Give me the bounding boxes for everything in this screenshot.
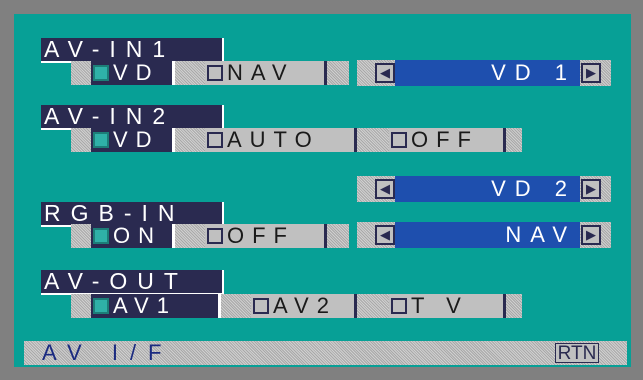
rgb-in-option-on[interactable]: ON — [91, 223, 175, 248]
right-triangle-icon: ▶ — [586, 181, 596, 196]
left-triangle-icon: ◀ — [380, 227, 390, 242]
av-in2-source-selector: ◀ VD 2 ▶ — [357, 176, 611, 202]
checkbox-checked-icon — [93, 298, 109, 314]
right-triangle-icon: ▶ — [586, 227, 596, 242]
av-out-option-av1[interactable]: AV1 — [91, 293, 221, 318]
option-label: NAV — [227, 60, 295, 85]
prev-arrow-button[interactable]: ◀ — [375, 225, 395, 245]
av-in1-source-selector: ◀ VD 1 ▶ — [357, 60, 611, 86]
option-label: VD — [113, 60, 160, 85]
checkbox-checked-icon — [93, 228, 109, 244]
option-label: VD — [113, 127, 160, 152]
return-button[interactable]: RTN — [555, 343, 599, 364]
checkbox-unchecked-icon — [207, 228, 223, 244]
rgb-in-source-selector: ◀ NAV ▶ — [357, 222, 611, 248]
prev-arrow-button[interactable]: ◀ — [375, 63, 395, 83]
checkbox-unchecked-icon — [207, 65, 223, 81]
footer-bar: AV I/F RTN — [24, 341, 627, 365]
prev-arrow-button[interactable]: ◀ — [375, 179, 395, 199]
checkbox-unchecked-icon — [207, 132, 223, 148]
av-in2-options-bar: VD AUTO OFF — [71, 127, 522, 152]
option-label: AV2 — [273, 293, 337, 318]
left-triangle-icon: ◀ — [380, 181, 390, 196]
av-in1-option-nav[interactable]: NAV — [205, 60, 327, 85]
rgb-in-source-value: NAV — [395, 222, 580, 248]
left-triangle-icon: ◀ — [380, 65, 390, 80]
rgb-in-option-off[interactable]: OFF — [205, 223, 327, 248]
rgb-in-options-bar: ON OFF — [71, 223, 349, 248]
av-out-title: AV-OUT — [41, 270, 224, 295]
option-label: OFF — [411, 127, 479, 152]
option-label: T V — [411, 293, 469, 318]
av-out-option-tv[interactable]: T V — [389, 293, 506, 318]
av-in2-option-off[interactable]: OFF — [389, 127, 506, 152]
av-out-options-bar: AV1 AV2 T V — [71, 293, 522, 318]
option-label: AV1 — [113, 293, 177, 318]
footer-title: AV I/F — [42, 340, 174, 365]
av-out-option-av2[interactable]: AV2 — [251, 293, 357, 318]
av-interface-screen: AV-IN1 VD NAV ◀ VD 1 ▶ AV-IN2 VD AUTO OF… — [14, 14, 631, 367]
av-in1-options-bar: VD NAV — [71, 60, 349, 85]
option-label: AUTO — [227, 127, 320, 152]
next-arrow-button[interactable]: ▶ — [581, 63, 601, 83]
av-in2-option-auto[interactable]: AUTO — [205, 127, 357, 152]
checkbox-checked-icon — [93, 132, 109, 148]
av-in2-option-vd[interactable]: VD — [91, 127, 175, 152]
av-in1-source-value: VD 1 — [395, 60, 580, 86]
next-arrow-button[interactable]: ▶ — [581, 179, 601, 199]
av-in2-source-value: VD 2 — [395, 176, 580, 202]
checkbox-unchecked-icon — [253, 298, 269, 314]
checkbox-unchecked-icon — [391, 132, 407, 148]
checkbox-checked-icon — [93, 65, 109, 81]
checkbox-unchecked-icon — [391, 298, 407, 314]
next-arrow-button[interactable]: ▶ — [581, 225, 601, 245]
option-label: OFF — [227, 223, 295, 248]
av-in1-option-vd[interactable]: VD — [91, 60, 175, 85]
right-triangle-icon: ▶ — [586, 65, 596, 80]
option-label: ON — [113, 223, 162, 248]
